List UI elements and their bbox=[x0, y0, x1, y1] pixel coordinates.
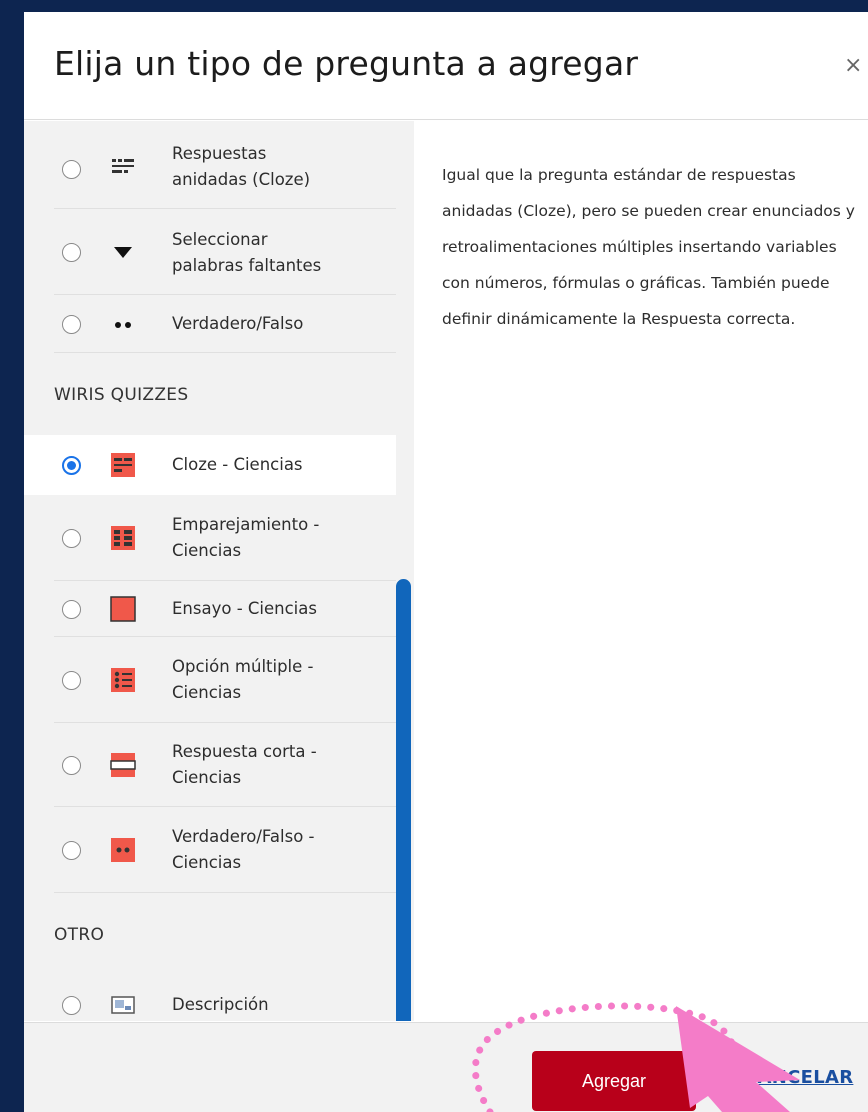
radio-select-missing-words[interactable] bbox=[62, 243, 81, 262]
option-wiris-cloze[interactable]: Cloze - Ciencias bbox=[24, 435, 396, 495]
option-label: Cloze - Ciencias bbox=[172, 455, 303, 474]
dialog-title: Elija un tipo de pregunta a agregar bbox=[54, 44, 639, 83]
option-label: palabras faltantes bbox=[172, 256, 322, 275]
question-type-list[interactable]: Respuestas anidadas (Cloze) Seleccionar … bbox=[24, 121, 414, 1021]
option-wiris-shortanswer[interactable]: Respuesta corta - Ciencias bbox=[24, 723, 396, 807]
option-label: Ensayo - Ciencias bbox=[172, 599, 317, 618]
radio-wiris-essay[interactable] bbox=[62, 600, 81, 619]
wiris-cloze-icon bbox=[111, 453, 135, 477]
wiris-matching-icon bbox=[111, 526, 135, 550]
dialog-header: Elija un tipo de pregunta a agregar × bbox=[24, 12, 868, 120]
option-wiris-essay[interactable]: Ensayo - Ciencias bbox=[24, 581, 396, 637]
option-wiris-multichoice[interactable]: Opción múltiple - Ciencias bbox=[24, 637, 396, 723]
option-label: Ciencias bbox=[172, 768, 242, 787]
radio-wiris-matching[interactable] bbox=[62, 529, 81, 548]
radio-true-false[interactable] bbox=[62, 315, 81, 334]
option-wiris-matching[interactable]: Emparejamiento - Ciencias bbox=[24, 495, 396, 581]
option-cloze[interactable]: Respuestas anidadas (Cloze) bbox=[24, 121, 396, 209]
option-label: Respuestas bbox=[172, 144, 267, 163]
wiris-essay-icon bbox=[110, 596, 136, 622]
option-label: Verdadero/Falso - bbox=[172, 827, 315, 846]
option-label: Verdadero/Falso bbox=[172, 314, 304, 333]
question-type-dialog: Elija un tipo de pregunta a agregar × Re… bbox=[24, 12, 868, 1112]
option-label: Ciencias bbox=[172, 683, 242, 702]
option-label: Ciencias bbox=[172, 853, 242, 872]
radio-wiris-cloze[interactable] bbox=[62, 456, 81, 475]
divider bbox=[54, 352, 396, 353]
radio-cloze[interactable] bbox=[62, 160, 81, 179]
close-icon[interactable]: × bbox=[844, 54, 868, 78]
list-scrollbar[interactable] bbox=[396, 579, 411, 1021]
true-false-dots-icon bbox=[115, 322, 131, 328]
description-pane: Igual que la pregunta estándar de respue… bbox=[414, 121, 868, 1021]
cancel-button[interactable]: CANCELAR bbox=[744, 1067, 853, 1088]
option-label: Ciencias bbox=[172, 541, 242, 560]
option-label: anidadas (Cloze) bbox=[172, 170, 311, 189]
wiris-multichoice-icon bbox=[111, 668, 135, 692]
option-label: Opción múltiple - bbox=[172, 657, 314, 676]
option-description[interactable]: Descripción bbox=[24, 977, 396, 1021]
option-label: Respuesta corta - bbox=[172, 742, 317, 761]
section-heading-wiris: WIRIS QUIZZES bbox=[54, 385, 189, 405]
option-wiris-truefalse[interactable]: Verdadero/Falso - Ciencias bbox=[24, 807, 396, 893]
cloze-icon bbox=[112, 159, 134, 173]
add-button[interactable]: Agregar bbox=[532, 1051, 696, 1111]
radio-wiris-multichoice[interactable] bbox=[62, 671, 81, 690]
option-label: Emparejamiento - bbox=[172, 515, 320, 534]
option-label: Descripción bbox=[172, 995, 269, 1014]
option-select-missing-words[interactable]: Seleccionar palabras faltantes bbox=[24, 209, 396, 295]
divider bbox=[54, 892, 396, 893]
radio-description[interactable] bbox=[62, 996, 81, 1015]
radio-wiris-shortanswer[interactable] bbox=[62, 756, 81, 775]
option-true-false[interactable]: Verdadero/Falso bbox=[24, 295, 396, 353]
question-type-description: Igual que la pregunta estándar de respue… bbox=[442, 166, 855, 328]
description-icon bbox=[111, 996, 135, 1014]
radio-wiris-truefalse[interactable] bbox=[62, 841, 81, 860]
wiris-truefalse-icon bbox=[111, 838, 135, 862]
dialog-footer: Agregar CANCELAR bbox=[24, 1022, 868, 1112]
dropdown-arrow-icon bbox=[114, 247, 132, 258]
section-heading-otro: OTRO bbox=[54, 925, 105, 945]
wiris-shortanswer-icon bbox=[110, 753, 136, 777]
option-label: Seleccionar bbox=[172, 230, 268, 249]
